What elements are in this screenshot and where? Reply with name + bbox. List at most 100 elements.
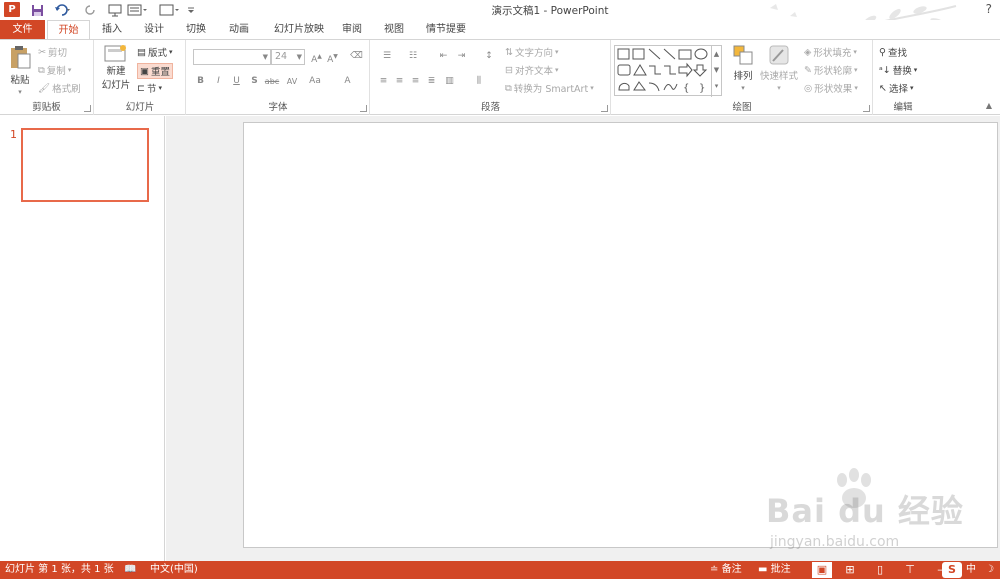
- italic-button[interactable]: I: [212, 75, 225, 88]
- paragraph-launcher-icon[interactable]: [601, 105, 608, 112]
- group-drawing: { } ▲ ▼ ▾ 排列 ▾ 快速样式 ▾ ◈ 形状填充 ▾ ✎ 形状轮廓 ▾ ◎ 形状效果 ▾…: [612, 40, 873, 115]
- shrink-font-icon[interactable]: A▼: [326, 50, 339, 65]
- sogou-ime-icon[interactable]: S: [942, 562, 962, 578]
- numbering-icon[interactable]: ☷: [403, 50, 423, 63]
- align-right-icon[interactable]: ≡: [409, 75, 422, 88]
- moon-icon[interactable]: ☽: [985, 563, 994, 577]
- change-case-button[interactable]: Aa: [306, 75, 324, 88]
- brush-icon: 🖌: [38, 82, 51, 94]
- replace-button[interactable]: ᵃ↓ 替换 ▾: [879, 63, 917, 78]
- gallery-scroll-icon[interactable]: ▲ ▼ ▾: [711, 46, 721, 97]
- view-normal-icon[interactable]: ▣: [812, 562, 832, 578]
- save-icon[interactable]: [28, 2, 46, 18]
- text-direction-button[interactable]: ⇅ 文字方向 ▾: [505, 45, 559, 60]
- shape-fill-button[interactable]: ◈ 形状填充 ▾: [804, 45, 857, 60]
- character-spacing-button[interactable]: AV: [284, 75, 300, 88]
- paste-icon: [11, 46, 31, 69]
- tab-animations[interactable]: 动画: [223, 20, 255, 39]
- layout-button[interactable]: ▤ 版式 ▾: [137, 45, 173, 60]
- copy-button[interactable]: ⧉ 复制 ▾: [38, 63, 71, 78]
- font-color-button[interactable]: A: [341, 75, 354, 88]
- cut-button[interactable]: ✂ 剪切: [38, 45, 67, 60]
- arrange-button[interactable]: 排列 ▾: [730, 44, 756, 92]
- view-slide-sorter-icon[interactable]: ⊞: [840, 562, 860, 578]
- group-label-editing: 编辑: [893, 102, 913, 113]
- layout-qat-icon[interactable]: [126, 2, 150, 18]
- binoculars-icon: ⚲: [879, 46, 886, 58]
- distribute-icon[interactable]: ▥: [443, 75, 456, 88]
- comments-button[interactable]: ▬ 批注: [758, 563, 791, 577]
- strikethrough-button[interactable]: abc: [263, 75, 281, 88]
- undo-icon[interactable]: [52, 2, 74, 18]
- tab-view[interactable]: 视图: [378, 20, 410, 39]
- section-button[interactable]: ⊏ 节 ▾: [137, 81, 162, 96]
- find-button[interactable]: ⚲ 查找: [879, 45, 907, 60]
- paste-dropdown-icon[interactable]: ▾: [18, 88, 22, 96]
- increase-indent-icon[interactable]: ⇥: [455, 50, 468, 63]
- font-launcher-icon[interactable]: [360, 105, 367, 112]
- format-painter-button[interactable]: 🖌 格式刷: [38, 81, 81, 96]
- svg-text:}: }: [699, 83, 705, 94]
- tab-insert[interactable]: 插入: [96, 20, 128, 39]
- line-spacing-icon[interactable]: ↕: [479, 50, 499, 63]
- tab-home[interactable]: 开始: [47, 20, 90, 40]
- text-shadow-button[interactable]: S: [248, 75, 261, 88]
- slide-count-status: 幻灯片 第 1 张，共 1 张: [5, 564, 114, 575]
- clipboard-launcher-icon[interactable]: [84, 105, 91, 112]
- notes-icon: ≐: [710, 564, 719, 575]
- clear-formatting-icon[interactable]: ⌫: [350, 50, 363, 63]
- tab-design[interactable]: 设计: [138, 20, 170, 39]
- window-title: 演示文稿1 - PowerPoint: [491, 5, 609, 17]
- redo-icon[interactable]: [84, 2, 98, 18]
- reset-icon: ▣: [140, 65, 149, 77]
- bold-button[interactable]: B: [194, 75, 207, 88]
- align-left-icon[interactable]: ≡: [377, 75, 390, 88]
- group-font: ▼ 24 ▼ A▲ A▼ ⌫ B I U S abc AV Aa A 字体: [187, 40, 370, 115]
- shape-outline-button[interactable]: ✎ 形状轮廓 ▾: [804, 63, 858, 78]
- start-slideshow-icon[interactable]: [106, 2, 126, 18]
- align-center-icon[interactable]: ≡: [393, 75, 406, 88]
- slide-thumbnail-1[interactable]: [21, 128, 149, 202]
- shape-effects-button[interactable]: ◎ 形状效果 ▾: [804, 81, 858, 96]
- columns-icon[interactable]: ⫼: [469, 75, 489, 88]
- font-size-combo[interactable]: 24 ▼: [271, 49, 305, 65]
- tab-slideshow[interactable]: 幻灯片放映: [266, 20, 332, 39]
- slide-thumbnail-pane[interactable]: 1: [0, 116, 165, 561]
- reset-button[interactable]: ▣ 重置: [137, 63, 173, 79]
- title-bar: P 演示文稿1 - PowerPoint ?: [0, 0, 1000, 37]
- align-text-button[interactable]: ⊟ 对齐文本 ▾: [505, 63, 559, 78]
- drawing-launcher-icon[interactable]: [863, 105, 870, 112]
- notes-button[interactable]: ≐ 备注: [710, 563, 742, 577]
- grow-font-icon[interactable]: A▲: [310, 50, 323, 65]
- underline-button[interactable]: U: [230, 75, 243, 88]
- select-button[interactable]: ↖ 选择 ▾: [879, 81, 914, 96]
- view-slideshow-icon[interactable]: ⊤: [900, 562, 920, 578]
- quick-styles-icon: [769, 45, 789, 65]
- new-slide-button[interactable]: 新建 幻灯片: [98, 44, 134, 92]
- tab-file[interactable]: 文件: [0, 20, 45, 39]
- bullets-icon[interactable]: ☰: [377, 50, 397, 63]
- tab-review[interactable]: 审阅: [338, 20, 366, 39]
- tab-transitions[interactable]: 切换: [180, 20, 212, 39]
- collapse-ribbon-icon[interactable]: ▲: [986, 101, 992, 110]
- copy-icon: ⧉: [38, 64, 45, 76]
- font-name-combo[interactable]: ▼: [193, 49, 271, 65]
- view-reading-icon[interactable]: ▯: [870, 562, 890, 578]
- customize-qat-icon[interactable]: [186, 2, 196, 18]
- quick-styles-button[interactable]: 快速样式 ▾: [758, 44, 800, 92]
- tab-storyboarding[interactable]: 情节提要: [420, 20, 472, 39]
- paste-button[interactable]: 粘贴 ▾: [6, 44, 34, 96]
- justify-icon[interactable]: ≣: [425, 75, 438, 88]
- touch-mode-icon[interactable]: [158, 2, 182, 18]
- ribbon: 粘贴 ▾ ✂ 剪切 ⧉ 复制 ▾ 🖌 格式刷 剪贴板 新建 幻灯片 ▤ 版式 ▾ ▣ 重置 ⊏…: [0, 39, 1000, 115]
- help-button[interactable]: ?: [986, 2, 992, 16]
- spellcheck-icon[interactable]: 📖: [124, 563, 136, 577]
- language-status[interactable]: 中文(中国): [150, 563, 198, 577]
- ime-mode-status[interactable]: 中: [966, 563, 976, 577]
- decrease-indent-icon[interactable]: ⇤: [437, 50, 450, 63]
- powerpoint-app-icon[interactable]: P: [4, 2, 20, 17]
- cursor-arrow-icon: ↖: [879, 82, 887, 94]
- shapes-gallery[interactable]: { } ▲ ▼ ▾: [614, 45, 722, 97]
- status-bar: 幻灯片 第 1 张，共 1 张 📖 中文(中国) ≐ 备注 ▬ 批注 ▣ ⊞ ▯…: [0, 561, 1000, 579]
- convert-smartart-button[interactable]: ⧉ 转换为 SmartArt ▾: [505, 81, 594, 96]
